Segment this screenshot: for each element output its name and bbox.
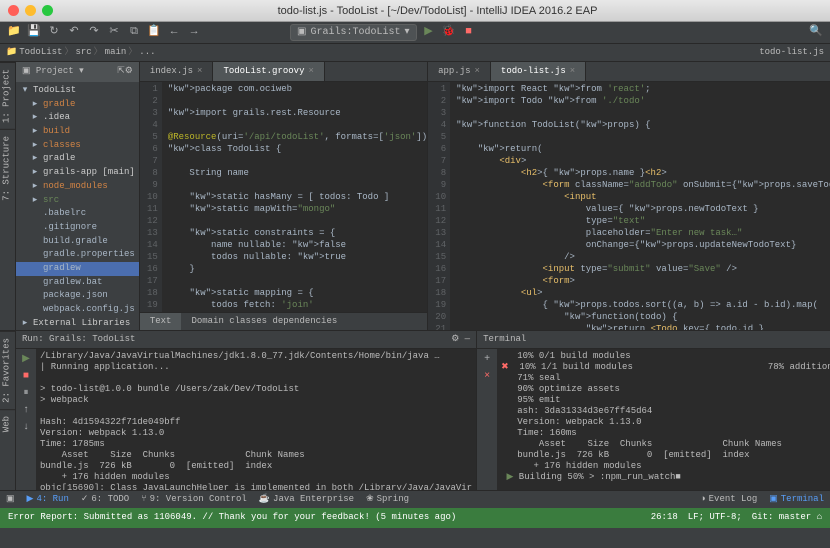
editor-tab[interactable]: todo-list.js × [491, 62, 586, 81]
editor-right-tabs: app.js ×todo-list.js × [428, 62, 830, 82]
tree-item[interactable]: build.gradle [16, 235, 139, 249]
tree-item[interactable]: ▸External Libraries [16, 317, 139, 331]
run-header: Run: Grails: TodoList [22, 334, 135, 346]
encoding[interactable]: LF; UTF-8; [688, 512, 742, 524]
tree-item[interactable]: ▾TodoList [16, 84, 139, 98]
tree-item[interactable]: ▸grails-app [main] [16, 166, 139, 180]
redo-icon[interactable]: ↷ [86, 25, 102, 41]
hide-icon[interactable]: ⚙ — [451, 334, 470, 346]
toolwin-toggle-icon[interactable]: ▣ [6, 494, 15, 506]
editor-right-pane: app.js ×todo-list.js × 12345678910111213… [428, 62, 830, 330]
pause-icon[interactable]: ⏸ [19, 386, 33, 400]
tree-item[interactable]: package.json [16, 289, 139, 303]
git-branch[interactable]: Git: master ⌂ [752, 512, 822, 524]
terminal-toolwin[interactable]: ▣ Terminal [769, 494, 824, 506]
jee-toolwin[interactable]: ☕ Java Enterprise [259, 494, 354, 506]
paste-icon[interactable]: 📋 [146, 25, 162, 41]
debug-icon[interactable]: 🐞 [441, 25, 457, 41]
minimize-window-button[interactable] [25, 5, 36, 16]
tree-item[interactable]: ▸.idea [16, 111, 139, 125]
close-terminal-icon[interactable]: × [480, 369, 494, 383]
main-toolbar: 📁 💾 ↻ ↶ ↷ ✂ ⧉ 📋 ← → ▣ Grails:TodoList ▾ … [0, 22, 830, 44]
tree-item[interactable]: gradlew [16, 262, 139, 276]
tree-item[interactable]: gradlew.bat [16, 276, 139, 290]
tree-item[interactable]: ▸classes [16, 139, 139, 153]
web-tab[interactable]: Web [0, 409, 15, 438]
left-tool-strip: 1: Project 7: Structure [0, 62, 16, 330]
gutter-left[interactable]: 123456789101112131415161718192021 [140, 82, 162, 312]
tool-window-bar: ▣ ▶ 4: Run ✓ 6: TODO ⑂ 9: Version Contro… [0, 490, 830, 508]
gear-icon[interactable]: ⚙ [125, 66, 133, 78]
terminal-panel: Terminal⚙ — + × 10% 0/1 build modules ✖ … [477, 331, 830, 490]
project-tool-tab[interactable]: 1: Project [0, 62, 15, 129]
bc-folder-icon: 📁 [6, 47, 17, 59]
open-icon[interactable]: 📁 [6, 25, 22, 41]
tree-item[interactable]: ▸build [16, 125, 139, 139]
tree-item[interactable]: gradle.properties [16, 248, 139, 262]
close-tab-icon[interactable]: × [475, 66, 480, 78]
status-message: Error Report: Submitted as 1106049. // T… [8, 512, 456, 524]
save-icon[interactable]: 💾 [26, 25, 42, 41]
maximize-window-button[interactable] [42, 5, 53, 16]
editor-tab[interactable]: index.js × [140, 62, 214, 81]
todo-toolwin[interactable]: ✓ 6: TODO [81, 494, 129, 506]
editor-tab[interactable]: TodoList.groovy × [213, 62, 324, 81]
close-tab-icon[interactable]: × [308, 66, 313, 78]
editor-left-pane: index.js ×TodoList.groovy × 123456789101… [140, 62, 428, 330]
close-tab-icon[interactable]: × [197, 66, 202, 78]
search-icon[interactable]: 🔍 [808, 25, 824, 41]
back-icon[interactable]: ← [166, 25, 182, 41]
project-tree[interactable]: ▾TodoList▸gradle▸.idea▸build▸classes▸gra… [16, 82, 139, 332]
run-icon[interactable]: ▶ [421, 25, 437, 41]
favorites-tab[interactable]: 2: Favorites [0, 331, 15, 409]
status-bar: Error Report: Submitted as 1106049. // T… [0, 508, 830, 528]
project-dropdown[interactable]: ▣ Project ▾ [22, 66, 84, 78]
run-config-selector[interactable]: ▣ Grails:TodoList ▾ [290, 24, 417, 41]
spring-toolwin[interactable]: ❀ Spring [366, 494, 409, 506]
tree-item[interactable]: ▸gradle [16, 98, 139, 112]
rerun-icon[interactable]: ▶ [19, 352, 33, 366]
add-terminal-icon[interactable]: + [480, 352, 494, 366]
tree-item[interactable]: .gitignore [16, 221, 139, 235]
sidebar-header: ▣ Project ▾ ⇱ ⚙ [16, 62, 139, 82]
tree-item[interactable]: ▸node_modules [16, 180, 139, 194]
tree-item[interactable]: ▸src [16, 194, 139, 208]
vcs-toolwin[interactable]: ⑂ 9: Version Control [141, 494, 247, 506]
terminal-header: Terminal [483, 334, 526, 346]
window-titlebar: todo-list.js - TodoList - [~/Dev/TodoLis… [0, 0, 830, 22]
domain-deps-tab[interactable]: Domain classes dependencies [181, 313, 347, 330]
refresh-icon[interactable]: ↻ [46, 25, 62, 41]
collapse-icon[interactable]: ⇱ [117, 66, 125, 78]
editor-tab[interactable]: app.js × [428, 62, 491, 81]
stop-process-icon[interactable]: ■ [19, 369, 33, 383]
forward-icon[interactable]: → [186, 25, 202, 41]
tree-item[interactable]: .babelrc [16, 207, 139, 221]
copy-icon[interactable]: ⧉ [126, 25, 142, 41]
stop-icon[interactable]: ■ [461, 25, 477, 41]
undo-icon[interactable]: ↶ [66, 25, 82, 41]
close-window-button[interactable] [8, 5, 19, 16]
tree-item[interactable]: webpack.config.js [16, 303, 139, 317]
close-tab-icon[interactable]: × [570, 66, 575, 78]
project-sidebar: ▣ Project ▾ ⇱ ⚙ ▾TodoList▸gradle▸.idea▸b… [16, 62, 140, 330]
eventlog-toolwin[interactable]: ◑ Event Log [700, 494, 757, 506]
caret-position[interactable]: 26:18 [651, 512, 678, 524]
text-tab[interactable]: Text [140, 313, 182, 330]
window-title: todo-list.js - TodoList - [~/Dev/TodoLis… [53, 5, 822, 17]
gutter-right[interactable]: 1234567891011121314151617181920212223242… [428, 82, 450, 330]
code-right[interactable]: "kw">import React "kw">from 'react';"kw"… [450, 82, 830, 330]
down-icon[interactable]: ↓ [19, 420, 33, 434]
editor-left-tabs: index.js ×TodoList.groovy × [140, 62, 427, 82]
bottom-left-strip: 2: Favorites Web [0, 331, 16, 490]
tree-item[interactable]: ▸gradle [16, 152, 139, 166]
run-toolwin[interactable]: ▶ 4: Run [27, 494, 69, 506]
breadcrumb[interactable]: 📁TodoList〉 src〉 main〉 ... todo-list.js [0, 44, 830, 62]
structure-tool-tab[interactable]: 7: Structure [0, 129, 15, 207]
run-panel: Run: Grails: TodoList ⚙ — ▶ ■ ⏸ ↑ ↓ /Libr… [16, 331, 477, 490]
code-left[interactable]: "kw">package com.ociweb "kw">import grai… [162, 82, 427, 312]
run-output[interactable]: /Library/Java/JavaVirtualMachines/jdk1.8… [36, 349, 476, 490]
cut-icon[interactable]: ✂ [106, 25, 122, 41]
terminal-output[interactable]: 10% 0/1 build modules ✖ 10% 1/1 build mo… [497, 349, 830, 490]
up-icon[interactable]: ↑ [19, 403, 33, 417]
